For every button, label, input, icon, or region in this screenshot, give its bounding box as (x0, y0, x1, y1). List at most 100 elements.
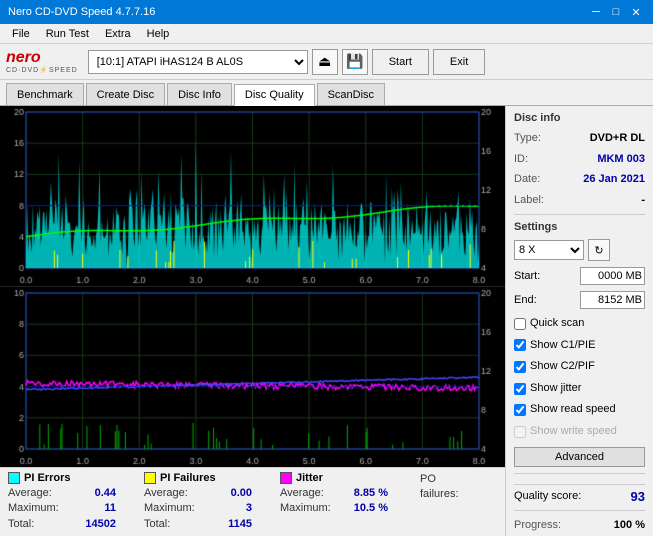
divider-settings-quality (514, 473, 645, 474)
chart2-canvas (0, 287, 505, 467)
po-failures-row: PO failures: - (420, 472, 505, 503)
disc-label-label: Label: (514, 192, 544, 209)
show-write-speed-label: Show write speed (530, 423, 617, 441)
end-input[interactable] (580, 291, 645, 309)
pi-failures-total-row: Total: 1145 (144, 517, 252, 532)
quick-scan-label: Quick scan (530, 315, 584, 333)
show-c1pie-checkbox[interactable] (514, 339, 526, 351)
end-label: End: (514, 294, 537, 306)
jitter-color (280, 472, 292, 484)
chart-section (0, 106, 505, 467)
quality-score-row: Quality score: 93 (514, 484, 645, 504)
disc-id-label: ID: (514, 151, 528, 168)
tab-create-disc[interactable]: Create Disc (86, 83, 165, 105)
tab-bar: Benchmark Create Disc Disc Info Disc Qua… (0, 80, 653, 106)
speed-row: 8 X ↻ (514, 239, 645, 261)
jitter-group: Jitter Average: 8.85 % Maximum: 10.5 % (280, 472, 400, 532)
show-c2pif-checkbox[interactable] (514, 361, 526, 373)
advanced-button[interactable]: Advanced (514, 447, 645, 467)
pi-failures-max-row: Maximum: 3 (144, 501, 252, 516)
disc-label-row: Label: - (514, 192, 645, 209)
tab-disc-quality[interactable]: Disc Quality (234, 84, 315, 106)
jitter-max-label: Maximum: (280, 501, 335, 516)
show-jitter-label: Show jitter (530, 380, 581, 398)
save-button[interactable]: 💾 (342, 49, 368, 75)
menu-extra[interactable]: Extra (97, 26, 139, 42)
drive-select[interactable]: [10:1] ATAPI iHAS124 B AL0S (88, 50, 308, 74)
close-button[interactable]: ✕ (627, 3, 645, 21)
pi-failures-total-value: 1145 (212, 517, 252, 532)
disc-type-label: Type: (514, 130, 541, 147)
show-write-speed-row: Show write speed (514, 423, 645, 441)
exit-button[interactable]: Exit (433, 49, 485, 75)
pi-errors-color (8, 472, 20, 484)
disc-info-title: Disc info (514, 112, 645, 124)
tab-disc-info[interactable]: Disc Info (167, 83, 232, 105)
pi-errors-avg-value: 0.44 (76, 486, 116, 501)
stats-bar: PI Errors Average: 0.44 Maximum: 11 Tota… (0, 467, 505, 536)
disc-type-row: Type: DVD+R DL (514, 130, 645, 147)
progress-value: 100 % (614, 517, 645, 535)
menu-run-test[interactable]: Run Test (38, 26, 97, 42)
show-c2pif-label: Show C2/PIF (530, 358, 595, 376)
refresh-button[interactable]: ↻ (588, 239, 610, 261)
pi-errors-group: PI Errors Average: 0.44 Maximum: 11 Tota… (8, 472, 128, 532)
pi-failures-total-label: Total: (144, 517, 199, 532)
po-failures-group: PO failures: - (416, 472, 505, 532)
menu-bar: File Run Test Extra Help (0, 24, 653, 44)
pi-errors-max-label: Maximum: (8, 501, 63, 516)
jitter-avg-row: Average: 8.85 % (280, 486, 388, 501)
menu-file[interactable]: File (4, 26, 38, 42)
minimize-button[interactable]: ─ (587, 3, 605, 21)
pi-failures-max-value: 3 (212, 501, 252, 516)
divider-quality-progress (514, 510, 645, 511)
pi-errors-avg-row: Average: 0.44 (8, 486, 116, 501)
tab-scan-disc[interactable]: ScanDisc (317, 83, 385, 105)
main-content: PI Errors Average: 0.44 Maximum: 11 Tota… (0, 106, 653, 536)
eject-button[interactable]: ⏏ (312, 49, 338, 75)
show-c1pie-label: Show C1/PIE (530, 337, 595, 355)
show-jitter-checkbox[interactable] (514, 383, 526, 395)
charts-col (0, 106, 505, 467)
pi-failures-color (144, 472, 156, 484)
po-failures-value: - (475, 472, 505, 503)
end-row: End: (514, 291, 645, 309)
pi-failures-avg-row: Average: 0.00 (144, 486, 252, 501)
show-read-speed-label: Show read speed (530, 401, 616, 419)
divider-disc-settings (514, 214, 645, 215)
tab-benchmark[interactable]: Benchmark (6, 83, 84, 105)
start-input[interactable] (580, 267, 645, 285)
right-panel: Disc info Type: DVD+R DL ID: MKM 003 Dat… (505, 106, 653, 536)
show-c2pif-row: Show C2/PIF (514, 358, 645, 376)
pi-errors-total-label: Total: (8, 517, 63, 532)
nero-logo: nero CD·DVD⚡SPEED (6, 50, 78, 74)
disc-label-value: - (641, 192, 645, 209)
disc-date-label: Date: (514, 171, 540, 188)
pi-errors-max-value: 11 (76, 501, 116, 516)
nero-logo-sub: CD·DVD⚡SPEED (6, 66, 78, 74)
pi-errors-header: PI Errors (8, 472, 116, 484)
quick-scan-row: Quick scan (514, 315, 645, 333)
title-bar-controls: ─ □ ✕ (587, 3, 645, 21)
pi-failures-max-label: Maximum: (144, 501, 199, 516)
chart1-canvas (0, 106, 505, 286)
show-write-speed-checkbox[interactable] (514, 426, 526, 438)
quick-scan-checkbox[interactable] (514, 318, 526, 330)
nero-logo-text: nero (6, 50, 41, 66)
jitter-max-row: Maximum: 10.5 % (280, 501, 388, 516)
pi-failures-label: PI Failures (160, 472, 216, 484)
start-row: Start: (514, 267, 645, 285)
speed-select[interactable]: 8 X (514, 240, 584, 260)
title-bar-title: Nero CD-DVD Speed 4.7.7.16 (8, 6, 155, 18)
jitter-avg-label: Average: (280, 486, 335, 501)
disc-type-value: DVD+R DL (590, 130, 645, 147)
show-read-speed-checkbox[interactable] (514, 404, 526, 416)
start-label: Start: (514, 270, 540, 282)
quality-score-value: 93 (631, 489, 645, 504)
toolbar: nero CD·DVD⚡SPEED [10:1] ATAPI iHAS124 B… (0, 44, 653, 80)
pi-errors-avg-label: Average: (8, 486, 63, 501)
start-button[interactable]: Start (372, 49, 429, 75)
menu-help[interactable]: Help (139, 26, 178, 42)
maximize-button[interactable]: □ (607, 3, 625, 21)
pi-errors-label: PI Errors (24, 472, 70, 484)
